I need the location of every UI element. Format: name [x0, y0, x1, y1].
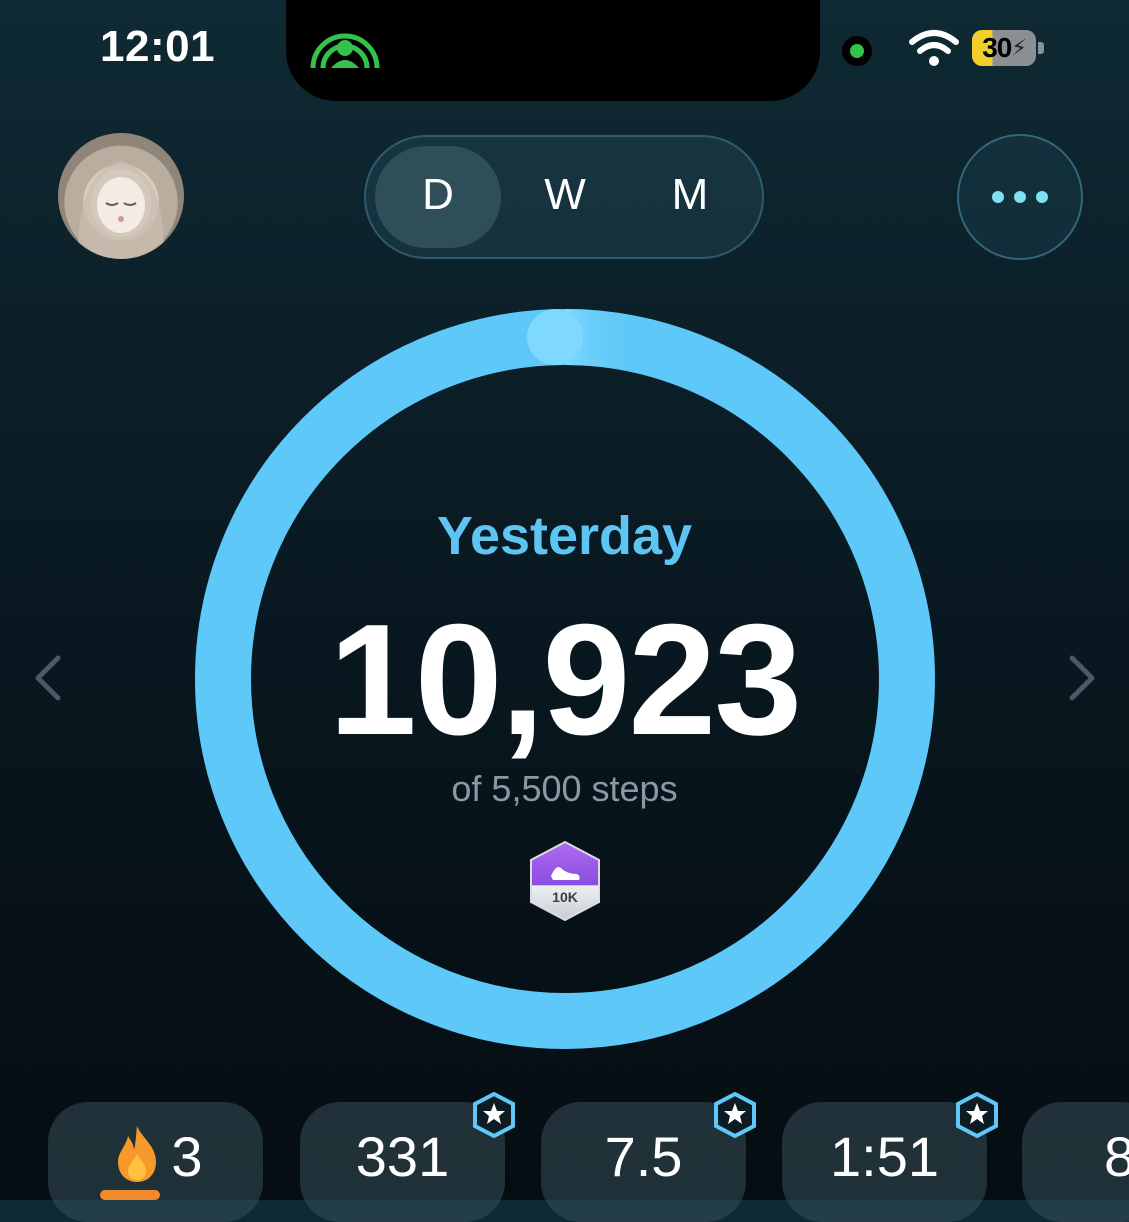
charging-bolt-icon: ⚡ — [1011, 35, 1026, 60]
stat-value-4: 8 — [1104, 1125, 1129, 1188]
star-achievement-icon — [956, 1092, 998, 1138]
tab-day[interactable]: D — [408, 170, 468, 220]
ring-start-cap — [527, 309, 583, 365]
battery-tip — [1038, 42, 1044, 54]
previous-day-chevron-icon[interactable] — [28, 650, 68, 706]
streak-label-underline — [100, 1190, 160, 1200]
avatar[interactable] — [58, 133, 184, 259]
tab-month[interactable]: M — [660, 170, 720, 220]
status-time: 12:01 — [100, 22, 216, 71]
tab-week[interactable]: W — [535, 170, 595, 220]
step-count: 10,923 — [328, 592, 802, 768]
battery-level: 30 — [982, 32, 1012, 63]
star-achievement-icon — [714, 1092, 756, 1138]
period-title: Yesterday — [436, 506, 693, 566]
streak-value: 3 — [171, 1125, 203, 1188]
step-goal: of 5,500 steps — [451, 768, 678, 809]
more-button[interactable] — [957, 134, 1083, 260]
star-achievement-icon — [473, 1092, 515, 1138]
ring-start-highlight — [564, 308, 647, 373]
flame-icon — [118, 1126, 156, 1182]
ellipsis-icon — [992, 191, 1004, 203]
badge-label: 10K — [552, 889, 578, 905]
wifi-icon — [909, 30, 959, 66]
fitness-activity-icon — [310, 33, 380, 69]
profile-photo-icon — [77, 161, 165, 259]
next-day-chevron-icon[interactable] — [1062, 650, 1102, 706]
privacy-indicator-dot — [842, 36, 872, 66]
ellipsis-dot — [1036, 191, 1048, 203]
ellipsis-dot — [1014, 191, 1026, 203]
10k-steps-badge[interactable]: 10K — [527, 840, 603, 922]
battery-indicator: 30 ⚡ — [972, 30, 1036, 66]
